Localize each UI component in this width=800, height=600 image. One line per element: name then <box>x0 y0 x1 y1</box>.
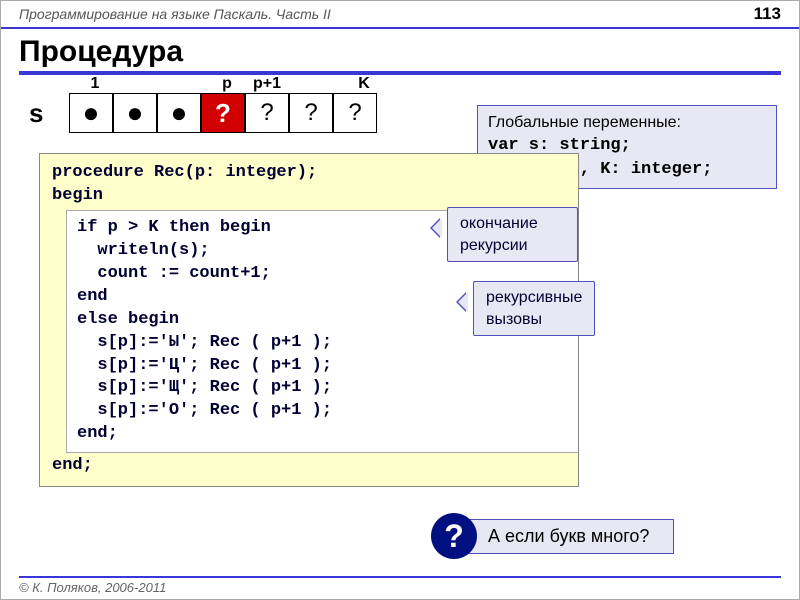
globals-heading: Глобальные переменные: <box>488 112 766 134</box>
footer-copyright: © К. Поляков, 2006-2011 <box>19 576 781 595</box>
cell-2: ● <box>113 93 157 133</box>
header-bar: Программирование на языке Паскаль. Часть… <box>1 1 799 29</box>
slide-title: Процедура <box>19 35 781 75</box>
label-k: K <box>346 75 382 93</box>
code-l1: procedure Rec(p: integer); <box>52 162 566 185</box>
question-icon: ? <box>431 513 477 559</box>
cell-p2: ? <box>289 93 333 133</box>
label-p1: p+1 <box>249 75 302 93</box>
cell-3: ● <box>157 93 201 133</box>
code-l11: s[p]:='О'; Rec ( p+1 ); <box>77 400 568 423</box>
cell-p: ? <box>201 93 245 133</box>
cell-p1: ? <box>245 93 289 133</box>
label-1: 1 <box>73 75 117 93</box>
array-labels: 1 p p+1 K <box>73 75 382 93</box>
callout-end-recursion: окончание рекурсии <box>447 207 578 262</box>
code-l13: end; <box>52 455 566 478</box>
cell-1: ● <box>69 93 113 133</box>
s-label: s <box>29 98 59 129</box>
question-text: А если букв много? <box>455 519 674 554</box>
question-box: ? А если букв много? <box>431 513 674 559</box>
cell-k: ? <box>333 93 377 133</box>
page-number: 113 <box>754 4 781 24</box>
label-p: p <box>205 75 249 93</box>
course-title: Программирование на языке Паскаль. Часть… <box>19 6 331 22</box>
code-l10: s[p]:='Щ'; Rec ( p+1 ); <box>77 377 568 400</box>
code-l2: begin <box>52 185 566 208</box>
code-l12: end; <box>77 423 568 446</box>
code-box: procedure Rec(p: integer); begin if p > … <box>39 153 579 487</box>
callout-recursive-calls: рекурсивные вызовы <box>473 281 595 336</box>
code-l9: s[p]:='Ц'; Rec ( p+1 ); <box>77 355 568 378</box>
